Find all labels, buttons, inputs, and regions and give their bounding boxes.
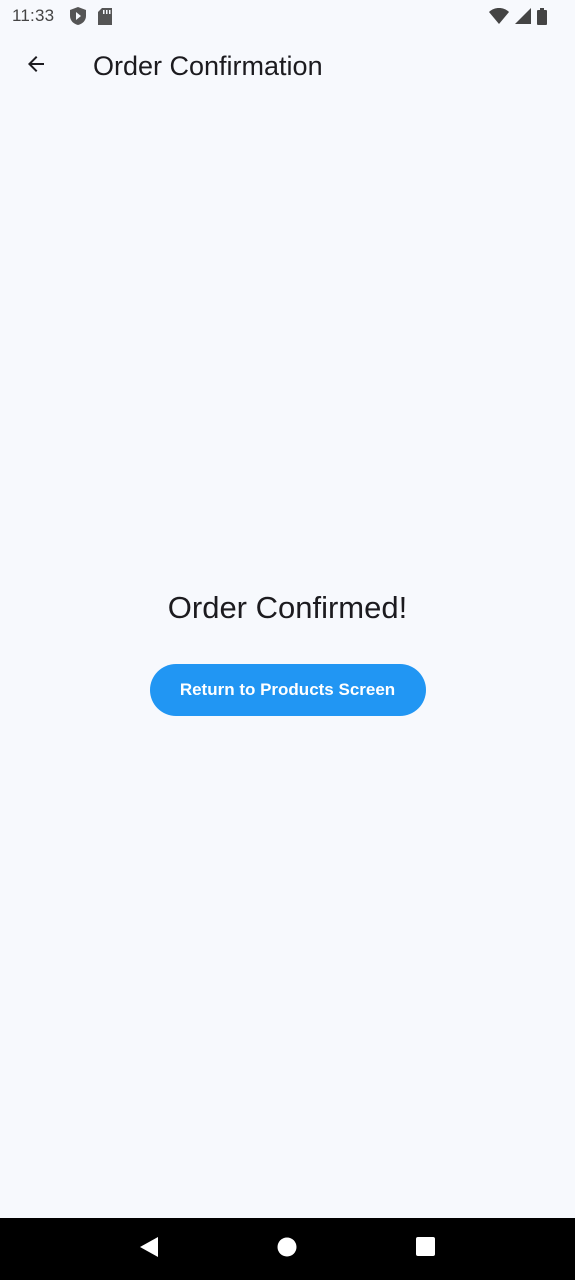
- sd-card-icon: [98, 7, 113, 25]
- nav-back-button[interactable]: [125, 1225, 173, 1273]
- nav-home-button[interactable]: [263, 1225, 311, 1273]
- app-bar: Order Confirmation: [0, 32, 575, 100]
- status-time: 11:33: [12, 6, 55, 25]
- arrow-back-icon: [24, 52, 48, 81]
- status-right-icons: [489, 7, 547, 25]
- screen: 11:33 Order Confirmation Order Confirmed…: [0, 0, 575, 1280]
- home-circle-icon: [277, 1237, 297, 1262]
- status-bar: 11:33: [0, 0, 575, 32]
- confirmation-heading: Order Confirmed!: [167, 590, 408, 625]
- wifi-icon: [489, 8, 509, 24]
- signal-icon: [515, 8, 531, 24]
- shield-icon: [70, 7, 87, 25]
- return-to-products-button[interactable]: Return to Products Screen: [149, 664, 426, 716]
- system-nav-bar: [0, 1218, 575, 1280]
- recents-square-icon: [416, 1237, 436, 1261]
- back-button[interactable]: [12, 42, 60, 90]
- battery-icon: [537, 7, 547, 25]
- confirmation-content: Order Confirmed! Return to Products Scre…: [0, 590, 575, 716]
- nav-recents-button[interactable]: [402, 1225, 450, 1273]
- back-triangle-icon: [139, 1236, 159, 1263]
- page-title: Order Confirmation: [93, 50, 323, 81]
- status-left-icons: [70, 7, 113, 25]
